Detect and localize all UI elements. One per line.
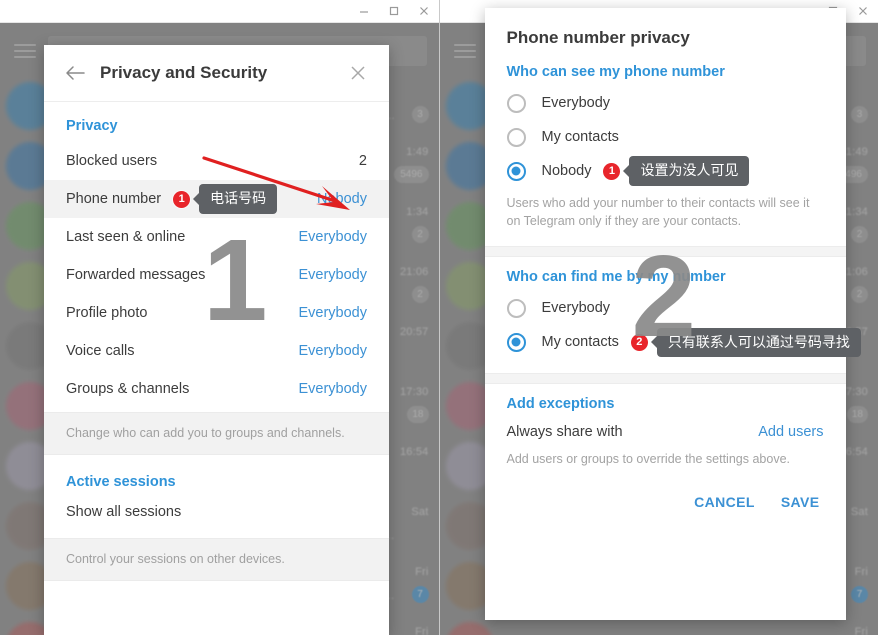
- sessions-hint: Control your sessions on other devices.: [44, 538, 389, 581]
- privacy-row-label: Phone number: [66, 191, 162, 207]
- radio-option-label: Everybody: [541, 300, 611, 317]
- radio-option-nobody[interactable]: Nobody 1 设置为没人可见: [485, 154, 846, 188]
- annotation-callout: 1 设置为没人可见: [603, 156, 750, 186]
- show-all-sessions-row[interactable]: Show all sessions: [44, 496, 389, 534]
- section-divider-2: [484, 373, 846, 385]
- radio-selected-icon[interactable]: [506, 332, 526, 352]
- privacy-row-voice-calls[interactable]: Voice calls Everybody: [44, 332, 389, 370]
- privacy-row-label: Voice calls: [66, 343, 135, 359]
- privacy-row-label: Groups & channels: [66, 381, 190, 397]
- radio-selected-icon[interactable]: [506, 161, 526, 181]
- active-sessions-link[interactable]: Active sessions: [44, 461, 389, 496]
- privacy-row-label: Last seen & online: [66, 229, 186, 245]
- section-divider: [484, 246, 846, 258]
- privacy-rows: Blocked users 2 Phone number 1 电话号码 Nobody Las…: [44, 142, 389, 408]
- exceptions-hint: Add users or groups to override the sett…: [506, 452, 791, 467]
- privacy-section: Privacy Blocked users 2 Phone number 1 电话号码 N…: [44, 102, 389, 412]
- dialog-actions: CANCEL SAVE: [485, 466, 846, 526]
- privacy-row-value[interactable]: Everybody: [298, 381, 367, 397]
- close-icon[interactable]: [343, 58, 373, 88]
- privacy-row-value[interactable]: Everybody: [298, 229, 367, 245]
- privacy-row-value[interactable]: 2: [359, 153, 367, 169]
- privacy-and-security-dialog: Privacy and Security Privacy Blocked use…: [44, 45, 389, 635]
- privacy-row-value[interactable]: Everybody: [298, 343, 367, 359]
- screenshot-root: e...31:4954961:34221:06220:5717:301816:5…: [0, 0, 878, 635]
- groups-channels-hint: Change who can add you to groups and cha…: [44, 412, 389, 455]
- annotation-tooltip: 只有联系人可以通过号码寻找: [656, 327, 861, 357]
- always-share-with-label: Always share with: [506, 424, 623, 441]
- radio-option-my-contacts[interactable]: My contacts 2 只有联系人可以通过号码寻找: [485, 325, 861, 359]
- left-titlebar: [0, 0, 439, 23]
- add-users-button[interactable]: Add users: [758, 424, 823, 440]
- dialog-header: Privacy and Security: [44, 45, 389, 102]
- radio-option-label: Everybody: [541, 95, 611, 111]
- minimize-icon[interactable]: [349, 0, 379, 22]
- radio-unselected-icon[interactable]: [506, 298, 526, 318]
- maximize-icon[interactable]: [379, 0, 409, 22]
- annotation-callout: 2 只有联系人可以通过号码寻找: [630, 327, 861, 357]
- who-can-see-options: Everybody My contacts Nobody 1 设置为没人可见: [485, 86, 846, 188]
- right-window: e...31:4954961:34221:06220:5717:301816:5…: [438, 0, 878, 635]
- privacy-row-value[interactable]: Everybody: [298, 267, 367, 283]
- radio-option-everybody[interactable]: Everybody: [485, 291, 846, 325]
- annotation-tooltip: 设置为没人可见: [629, 156, 750, 186]
- section-title-privacy: Privacy: [66, 118, 118, 134]
- privacy-row-label: Forwarded messages: [66, 267, 206, 283]
- phone-number-privacy-dialog: Phone number privacy Who can see my phon…: [484, 8, 861, 620]
- privacy-row-label: Profile photo: [66, 305, 148, 321]
- privacy-row-profile-photo[interactable]: Profile photo Everybody: [44, 294, 389, 332]
- step-badge: 2: [630, 333, 648, 351]
- privacy-row-forwarded-messages[interactable]: Forwarded messages Everybody: [44, 256, 389, 294]
- sessions-section: Active sessions Show all sessions: [44, 455, 389, 538]
- privacy-row-label: Blocked users: [66, 153, 158, 169]
- page-title: Privacy and Security: [100, 63, 268, 82]
- who-can-find-options: Everybody My contacts 2 只有联系人可以通过号码寻找: [485, 291, 861, 359]
- close-icon[interactable]: [409, 0, 439, 22]
- privacy-row-last-seen-online[interactable]: Last seen & online Everybody: [44, 218, 389, 256]
- dialog-title: Phone number privacy: [506, 28, 690, 47]
- close-icon[interactable]: [848, 0, 878, 22]
- radio-option-label: My contacts: [541, 129, 619, 145]
- step-badge: 1: [173, 190, 191, 208]
- annotation-callout: 1 电话号码: [173, 184, 278, 214]
- radio-option-label: Nobody: [541, 163, 592, 179]
- who-can-see-description: Users who add your number to their conta…: [506, 196, 810, 229]
- radio-unselected-icon[interactable]: [506, 127, 526, 147]
- radio-option-label: My contacts: [541, 334, 619, 351]
- step-badge: 1: [603, 162, 621, 180]
- left-window: e...31:4954961:34221:06220:5717:301816:5…: [0, 0, 439, 635]
- save-button[interactable]: SAVE: [781, 494, 820, 510]
- radio-option-my-contacts[interactable]: My contacts: [485, 120, 846, 154]
- section-title-who-can-see: Who can see my phone number: [506, 64, 725, 80]
- privacy-row-value[interactable]: Everybody: [298, 305, 367, 321]
- privacy-row-groups-channels[interactable]: Groups & channels Everybody: [44, 370, 389, 408]
- always-share-with-row: Always share with Add users: [485, 418, 846, 440]
- add-exceptions-title[interactable]: Add exceptions: [485, 384, 846, 418]
- cancel-button[interactable]: CANCEL: [694, 494, 755, 510]
- privacy-row-blocked-users[interactable]: Blocked users 2: [44, 142, 389, 180]
- radio-option-everybody[interactable]: Everybody: [485, 86, 846, 120]
- privacy-row-value[interactable]: Nobody: [317, 191, 367, 207]
- section-title-who-can-find: Who can find me by my number: [506, 269, 726, 286]
- privacy-row-phone-number[interactable]: Phone number 1 电话号码 Nobody: [44, 180, 389, 218]
- annotation-tooltip: 电话号码: [199, 184, 278, 214]
- radio-unselected-icon[interactable]: [506, 93, 526, 113]
- back-arrow-icon[interactable]: [60, 58, 90, 88]
